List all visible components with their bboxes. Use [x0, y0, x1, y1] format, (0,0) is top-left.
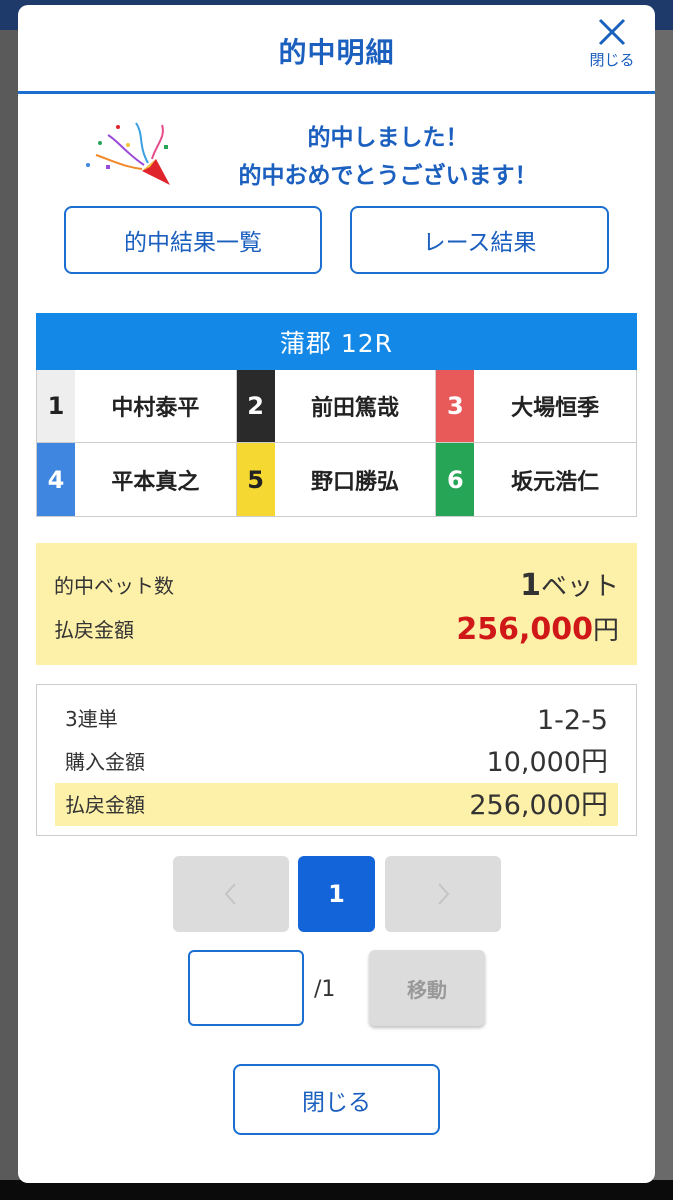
lane-number: 4 [37, 443, 75, 516]
purchase-label: 購入金額 [65, 750, 145, 774]
race-card: 蒲郡 12R 1 中村泰平 2 前田篤哉 3 大場恒季 4 平本真之 5 野口勝… [36, 313, 637, 517]
chevron-right-icon [438, 883, 450, 905]
racer-name: 坂元浩仁 [511, 469, 600, 495]
close-button[interactable]: 閉じる [233, 1064, 440, 1135]
congrats-line-2: 的中おめでとうございます！ [238, 163, 538, 189]
hit-results-list-button[interactable]: 的中結果一覧 [64, 206, 322, 274]
congrats-text: 的中しました！ 的中おめでとうございます！ [178, 119, 598, 195]
hit-bets-value: 1ベット [520, 566, 619, 603]
party-popper-icon [86, 122, 170, 185]
purchase-value: 10,000円 [486, 747, 608, 778]
payout-label: 払戻金額 [54, 618, 134, 642]
race-results-button[interactable]: レース結果 [350, 206, 609, 274]
payout-value: 256,000円 [456, 610, 619, 647]
bet-combination: 1-2-5 [536, 705, 608, 736]
racer-cell: 2 前田篤哉 [236, 370, 437, 443]
modal-title: 的中明細 [278, 36, 395, 69]
close-icon [598, 18, 626, 46]
racer-cell: 1 中村泰平 [37, 370, 237, 443]
detail-payout-row: 払戻金額 256,000円 [55, 783, 618, 826]
lane-number: 3 [436, 370, 475, 442]
payout-unit: 円 [592, 616, 619, 646]
racer-grid: 1 中村泰平 2 前田篤哉 3 大場恒季 4 平本真之 5 野口勝弘 6 坂元浩… [36, 370, 637, 517]
chevron-left-icon [224, 883, 236, 905]
prev-page-button[interactable] [173, 856, 289, 932]
racer-cell: 3 大場恒季 [436, 370, 636, 443]
background-left-strip [0, 30, 18, 1180]
payout-amount: 256,000 [456, 612, 593, 647]
hit-bets-unit: ベット [540, 572, 619, 602]
lane-number: 1 [37, 370, 75, 442]
lane-number: 6 [436, 443, 475, 516]
background-right-strip [653, 30, 673, 1180]
modal-close-button[interactable]: 閉じる [587, 17, 637, 70]
hit-bets-row: 的中ベット数 1ベット [54, 561, 619, 605]
hit-details-modal: 的中明細 閉じる 的中しました！ 的中おめでとうございます！ 的中結果一覧 レー… [18, 5, 655, 1183]
bet-type-row: 3連単 1-2-5 [55, 697, 618, 740]
congrats-line-1: 的中しました！ [307, 125, 469, 151]
hit-bets-label: 的中ベット数 [54, 574, 174, 598]
detail-payout-label: 払戻金額 [65, 793, 145, 817]
purchase-row: 購入金額 10,000円 [55, 740, 618, 783]
bet-type: 3連単 [65, 707, 118, 731]
racer-cell: 5 野口勝弘 [236, 443, 437, 516]
detail-payout-value: 256,000円 [469, 790, 608, 821]
racer-name: 大場恒季 [511, 396, 600, 421]
page-total: /1 [314, 977, 336, 1002]
next-page-button[interactable] [385, 856, 501, 932]
racer-name: 前田篤哉 [310, 396, 399, 421]
racer-name: 中村泰平 [111, 396, 200, 421]
lane-number: 5 [236, 443, 275, 516]
race-title: 蒲郡 12R [36, 313, 637, 370]
racer-cell: 6 坂元浩仁 [436, 443, 636, 516]
racer-name: 平本真之 [111, 469, 200, 495]
racer-cell: 4 平本真之 [37, 443, 237, 516]
modal-header: 的中明細 閉じる [18, 5, 655, 94]
hit-bets-count: 1 [520, 568, 541, 603]
congratulations-message: 的中しました！ 的中おめでとうございます！ [78, 115, 598, 195]
close-label: 閉じる [589, 51, 635, 69]
payout-row: 払戻金額 256,000円 [54, 605, 619, 649]
background-bottom [0, 1180, 673, 1200]
bet-detail: 3連単 1-2-5 購入金額 10,000円 払戻金額 256,000円 [36, 684, 637, 836]
hit-summary: 的中ベット数 1ベット 払戻金額 256,000円 [36, 543, 637, 665]
current-page-button[interactable]: 1 [298, 856, 375, 932]
lane-number: 2 [236, 370, 275, 442]
page-number-input[interactable] [188, 950, 304, 1026]
racer-name: 野口勝弘 [310, 469, 399, 495]
move-button[interactable]: 移動 [369, 950, 485, 1026]
